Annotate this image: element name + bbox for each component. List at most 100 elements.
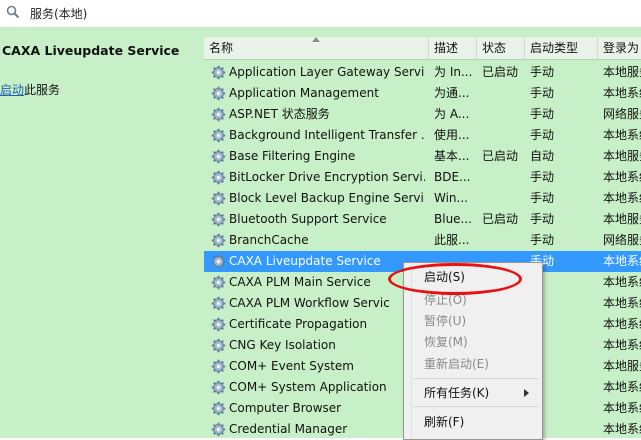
service-startup-cell: 手动 — [530, 86, 555, 100]
service-name-cell: Application Management — [229, 86, 379, 100]
service-description-cell: 为 In... — [434, 65, 473, 79]
selected-service-name: CAXA Liveupdate Service — [2, 43, 180, 58]
menu-item[interactable]: 重新启动(E) — [424, 354, 489, 374]
context-menu: 启动(S) 停止(O) 暂停(U) 恢复(M) 重新启动(E) 所有任务(K) 刷新(F) — [403, 262, 543, 440]
service-name-cell: COM+ Event System — [229, 359, 354, 373]
search-icon — [6, 5, 20, 19]
service-name-cell: BitLocker Drive Encryption Servi... — [229, 170, 425, 184]
service-name-cell: Credential Manager — [229, 422, 348, 436]
menu-item[interactable]: 恢复(M) — [424, 332, 468, 352]
column-header-description[interactable]: 描述 — [429, 37, 477, 59]
service-status-cell — [482, 230, 524, 251]
service-logon-cell: 本地服务 — [603, 359, 641, 373]
menu-item[interactable]: 暂停(U) — [424, 311, 466, 331]
start-service-link[interactable]: 启动 — [0, 83, 24, 97]
service-name-cell: Base Filtering Engine — [229, 149, 356, 163]
service-description-cell: 为通... — [434, 86, 470, 100]
service-status-cell: 已启动 — [482, 65, 519, 79]
service-logon-cell: 本地系统 — [603, 422, 641, 436]
menu-gutter — [411, 263, 412, 439]
service-status-cell — [482, 83, 524, 104]
service-detail-pane: CAXA Liveupdate Service 启动此服务 — [0, 27, 204, 438]
service-gear-icon — [211, 107, 226, 122]
service-gear-icon — [211, 338, 226, 353]
column-header-logon-as[interactable]: 登录为 — [598, 37, 641, 59]
service-logon-cell: 本地系统 — [603, 128, 641, 142]
service-description-cell: 为 A... — [434, 107, 470, 121]
service-status-cell: 已启动 — [482, 149, 519, 163]
service-name-cell: Bluetooth Support Service — [229, 212, 387, 226]
service-action: 启动此服务 — [0, 81, 60, 98]
service-gear-icon — [211, 86, 226, 101]
service-description-cell: BDE... — [434, 170, 471, 184]
service-gear-icon — [211, 149, 226, 164]
service-row[interactable]: ASP.NET 状态服务 为 A... 手动 网络服务 — [204, 104, 641, 125]
service-gear-icon — [211, 275, 226, 290]
submenu-arrow-icon — [524, 389, 529, 397]
column-header: 名称 描述 状态 启动类型 登录为 — [204, 37, 641, 60]
service-gear-icon — [211, 233, 226, 248]
service-logon-cell: 本地系统 — [603, 275, 641, 289]
service-name-cell: Block Level Backup Engine Servi... — [229, 191, 425, 205]
column-header-startup-type[interactable]: 启动类型 — [525, 37, 598, 59]
service-status-cell — [482, 167, 524, 188]
service-gear-icon — [211, 296, 226, 311]
menu-item[interactable]: 停止(O) — [424, 290, 467, 310]
service-gear-icon — [211, 380, 226, 395]
service-logon-cell: 本地系统 — [603, 254, 641, 268]
service-name-cell: Certificate Propagation — [229, 317, 368, 331]
service-logon-cell: 本地系统 — [603, 170, 641, 184]
service-logon-cell: 本地系统 — [603, 338, 641, 352]
service-gear-icon — [211, 401, 226, 416]
service-row[interactable]: Background Intelligent Transfer ... 使用...… — [204, 125, 641, 146]
service-logon-cell: 本地系统 — [603, 317, 641, 331]
menu-item[interactable]: 所有任务(K) — [424, 383, 489, 403]
service-name-cell: Computer Browser — [229, 401, 342, 415]
service-status-cell — [482, 125, 524, 146]
service-gear-icon — [211, 254, 226, 269]
service-gear-icon — [211, 191, 226, 206]
service-startup-cell: 手动 — [530, 65, 555, 79]
service-startup-cell: 手动 — [530, 170, 555, 184]
column-header-status[interactable]: 状态 — [477, 37, 525, 59]
service-row[interactable]: Application Layer Gateway Servi 为 In... 已启… — [204, 62, 641, 83]
menu-separator — [414, 378, 538, 379]
service-startup-cell: 自动 — [530, 149, 555, 163]
menu-item[interactable]: 启动(S) — [424, 267, 465, 287]
service-status-cell — [482, 104, 524, 125]
service-startup-cell: 手动 — [530, 233, 555, 247]
service-name-cell: CAXA PLM Workflow Servic — [229, 296, 390, 310]
service-gear-icon — [211, 359, 226, 374]
start-service-suffix: 此服务 — [24, 83, 61, 97]
service-name-cell: BranchCache — [229, 233, 309, 247]
service-name-cell: Background Intelligent Transfer ... — [229, 128, 425, 142]
service-logon-cell: 本地系统 — [603, 380, 641, 394]
service-row[interactable]: Base Filtering Engine 基本... 已启动自动 本地服务 — [204, 146, 641, 167]
service-status-cell — [482, 188, 524, 209]
sort-ascending-icon — [312, 37, 320, 42]
service-name-cell: COM+ System Application — [229, 380, 387, 394]
title-bar: 服务(本地) — [0, 0, 641, 27]
service-description-cell: 基本... — [434, 149, 470, 163]
service-logon-cell: 网络服务 — [603, 107, 641, 121]
service-description-cell: 使用... — [434, 128, 470, 142]
service-row[interactable]: Bluetooth Support Service Blue... 已启动 手动 本地服… — [204, 209, 641, 230]
service-name-cell: Application Layer Gateway Servi — [229, 65, 425, 79]
service-logon-cell: 本地服务 — [603, 149, 641, 163]
service-logon-cell: 本地服务 — [603, 212, 641, 226]
service-gear-icon — [211, 422, 226, 437]
menu-item[interactable]: 刷新(F) — [424, 412, 464, 432]
service-row[interactable]: Block Level Backup Engine Servi... Win...… — [204, 188, 641, 209]
service-logon-cell: 本地系统 — [603, 401, 641, 415]
service-gear-icon — [211, 65, 226, 80]
service-startup-cell: 手动 — [530, 191, 555, 205]
service-gear-icon — [211, 317, 226, 332]
service-description-cell: Blue... — [434, 212, 472, 226]
service-gear-icon — [211, 212, 226, 227]
service-row[interactable]: BranchCache 此服... 手动 网络服务 — [204, 230, 641, 251]
service-row[interactable]: Application Management 为通... 手动 本地系统 — [204, 83, 641, 104]
service-logon-cell: 网络服务 — [603, 233, 641, 247]
column-header-name[interactable]: 名称 — [204, 37, 429, 59]
service-row[interactable]: BitLocker Drive Encryption Servi... BDE..… — [204, 167, 641, 188]
service-startup-cell: 手动 — [530, 212, 555, 226]
